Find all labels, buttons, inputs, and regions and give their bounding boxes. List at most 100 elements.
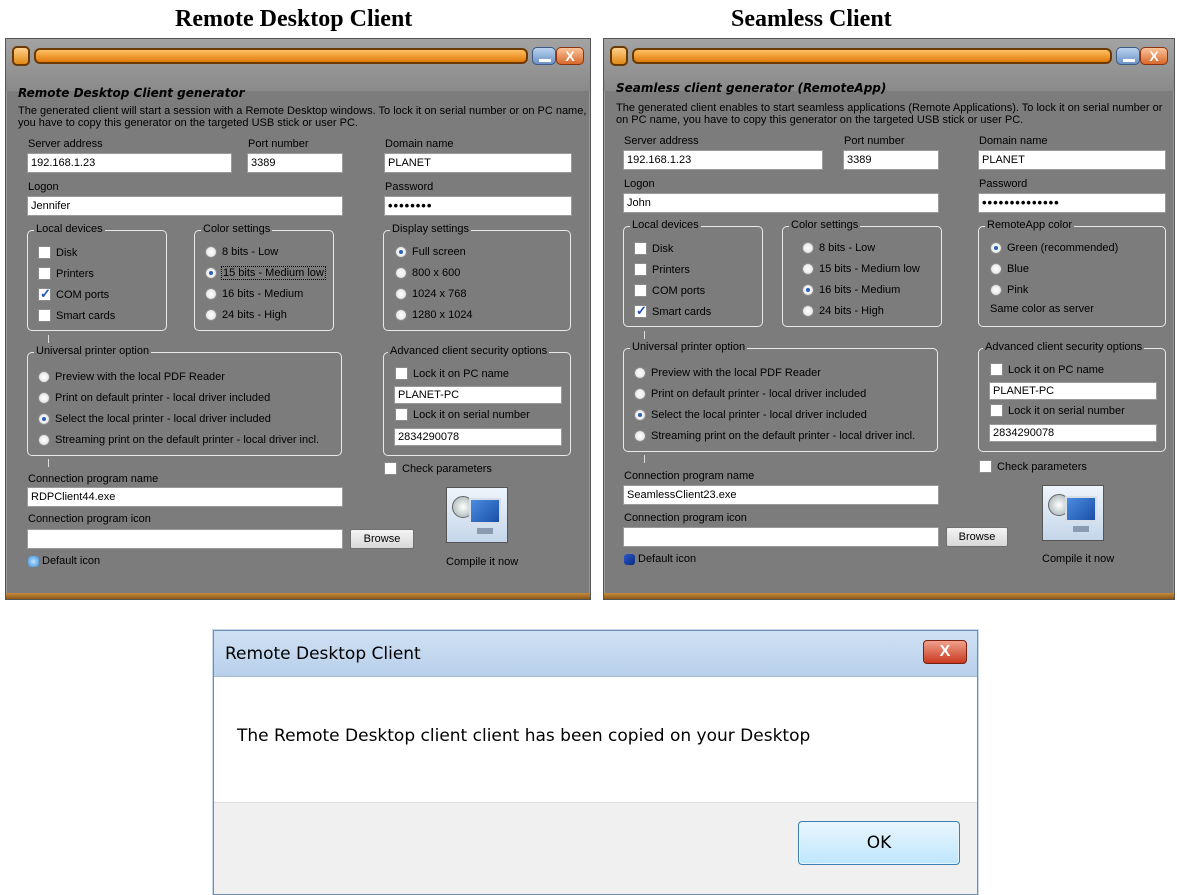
color-16bit-radio[interactable]: 16 bits - Medium — [802, 284, 900, 296]
minimize-icon[interactable] — [1116, 47, 1140, 65]
server-address-field[interactable]: 192.168.1.23 — [27, 153, 232, 173]
res-800-radio[interactable]: 800 x 600 — [395, 267, 460, 279]
disk-checkbox[interactable]: Disk — [38, 246, 77, 259]
checkbox-box[interactable] — [38, 267, 51, 280]
radio-dot[interactable] — [38, 371, 50, 383]
checkbox-box[interactable] — [384, 462, 397, 475]
program-name-field[interactable]: SeamlessClient23.exe — [623, 485, 939, 505]
checkbox-box[interactable] — [38, 246, 51, 259]
lock-serial-checkbox[interactable]: Lock it on serial number — [990, 404, 1125, 417]
radio-dot[interactable] — [990, 284, 1002, 296]
radio-dot[interactable] — [395, 267, 407, 279]
checkbox-box[interactable] — [38, 286, 51, 302]
logon-field[interactable]: John — [623, 193, 939, 213]
printer-default-radio[interactable]: Print on default printer - local driver … — [38, 392, 270, 404]
server-address-field[interactable]: 192.168.1.23 — [623, 150, 823, 170]
radio-dot[interactable] — [38, 413, 50, 425]
program-name-field[interactable]: RDPClient44.exe — [27, 487, 343, 507]
dialog-close-icon[interactable]: X — [923, 640, 967, 664]
radio-dot[interactable] — [395, 309, 407, 321]
window-menu-icon[interactable] — [12, 46, 30, 66]
blue-radio[interactable]: Blue — [990, 263, 1029, 275]
checkbox-box[interactable] — [395, 367, 408, 380]
radio-dot[interactable] — [634, 430, 646, 442]
lock-serial-checkbox[interactable]: Lock it on serial number — [395, 408, 530, 421]
lock-pc-checkbox[interactable]: Lock it on PC name — [990, 363, 1104, 376]
res-1280-radio[interactable]: 1280 x 1024 — [395, 309, 473, 321]
ok-button[interactable]: OK — [798, 821, 960, 865]
domain-name-field[interactable]: PLANET — [384, 153, 572, 173]
smart-cards-checkbox[interactable]: Smart cards — [634, 303, 711, 319]
printer-select-radio[interactable]: Select the local printer - local driver … — [634, 409, 867, 421]
serial-field[interactable]: 2834290078 — [394, 428, 562, 446]
color-16bit-radio[interactable]: 16 bits - Medium — [205, 288, 303, 300]
checkbox-box[interactable] — [38, 309, 51, 322]
radio-dot[interactable] — [395, 288, 407, 300]
radio-dot[interactable] — [802, 284, 814, 296]
printer-default-radio[interactable]: Print on default printer - local driver … — [634, 388, 866, 400]
checkbox-box[interactable] — [990, 404, 1003, 417]
checkbox-box[interactable] — [990, 363, 1003, 376]
checkbox-box[interactable] — [395, 408, 408, 421]
lock-pc-checkbox[interactable]: Lock it on PC name — [395, 367, 509, 380]
color-8bit-radio[interactable]: 8 bits - Low — [205, 246, 278, 258]
printer-select-radio[interactable]: Select the local printer - local driver … — [38, 413, 271, 425]
default-icon-link[interactable]: Default icon — [28, 555, 100, 567]
window-menu-icon[interactable] — [610, 46, 628, 66]
radio-dot[interactable] — [205, 288, 217, 300]
compile-label[interactable]: Compile it now — [446, 556, 518, 568]
printers-checkbox[interactable]: Printers — [38, 267, 94, 280]
com-ports-checkbox[interactable]: COM ports — [634, 284, 705, 297]
radio-dot[interactable] — [802, 305, 814, 317]
green-radio[interactable]: Green (recommended) — [990, 242, 1118, 254]
radio-dot[interactable] — [634, 388, 646, 400]
default-icon-link[interactable]: Default icon — [624, 553, 696, 565]
printer-streaming-radio[interactable]: Streaming print on the default printer -… — [634, 430, 915, 442]
radio-dot[interactable] — [38, 434, 50, 446]
port-number-field[interactable]: 3389 — [843, 150, 939, 170]
checkbox-box[interactable] — [634, 284, 647, 297]
radio-dot[interactable] — [38, 392, 50, 404]
port-number-field[interactable]: 3389 — [247, 153, 343, 173]
browse-button[interactable]: Browse — [946, 527, 1008, 547]
color-24bit-radio[interactable]: 24 bits - High — [205, 309, 287, 321]
radio-dot[interactable] — [990, 263, 1002, 275]
compile-label[interactable]: Compile it now — [1042, 553, 1114, 565]
password-field[interactable]: •••••••• — [384, 196, 572, 216]
checkbox-box[interactable] — [979, 460, 992, 473]
close-icon[interactable]: X — [1140, 47, 1168, 65]
radio-dot[interactable] — [205, 309, 217, 321]
printer-preview-radio[interactable]: Preview with the local PDF Reader — [634, 367, 821, 379]
check-parameters-checkbox[interactable]: Check parameters — [979, 460, 1087, 473]
radio-dot[interactable] — [990, 242, 1002, 254]
color-24bit-radio[interactable]: 24 bits - High — [802, 305, 884, 317]
color-15bit-radio[interactable]: 15 bits - Medium low — [802, 263, 920, 275]
radio-dot[interactable] — [205, 267, 217, 279]
com-ports-checkbox[interactable]: COM ports — [38, 286, 109, 302]
printer-preview-radio[interactable]: Preview with the local PDF Reader — [38, 371, 225, 383]
radio-dot[interactable] — [802, 263, 814, 275]
minimize-icon[interactable] — [532, 47, 556, 65]
close-icon[interactable]: X — [556, 47, 584, 65]
check-parameters-checkbox[interactable]: Check parameters — [384, 462, 492, 475]
color-15bit-radio[interactable]: 15 bits - Medium low — [205, 266, 326, 280]
full-screen-radio[interactable]: Full screen — [395, 246, 466, 258]
program-icon-field[interactable] — [623, 527, 939, 547]
printers-checkbox[interactable]: Printers — [634, 263, 690, 276]
radio-dot[interactable] — [634, 409, 646, 421]
domain-name-field[interactable]: PLANET — [978, 150, 1166, 170]
radio-dot[interactable] — [395, 246, 407, 258]
printer-streaming-radio[interactable]: Streaming print on the default printer -… — [38, 434, 319, 446]
radio-dot[interactable] — [205, 246, 217, 258]
checkbox-box[interactable] — [634, 263, 647, 276]
res-1024-radio[interactable]: 1024 x 768 — [395, 288, 466, 300]
color-8bit-radio[interactable]: 8 bits - Low — [802, 242, 875, 254]
serial-field[interactable]: 2834290078 — [989, 424, 1157, 442]
password-field[interactable]: •••••••••••••• — [978, 193, 1166, 213]
disk-checkbox[interactable]: Disk — [634, 242, 673, 255]
checkbox-box[interactable] — [634, 242, 647, 255]
pc-name-field[interactable]: PLANET-PC — [394, 386, 562, 404]
browse-button[interactable]: Browse — [350, 529, 414, 549]
pink-radio[interactable]: Pink — [990, 284, 1028, 296]
radio-dot[interactable] — [802, 242, 814, 254]
